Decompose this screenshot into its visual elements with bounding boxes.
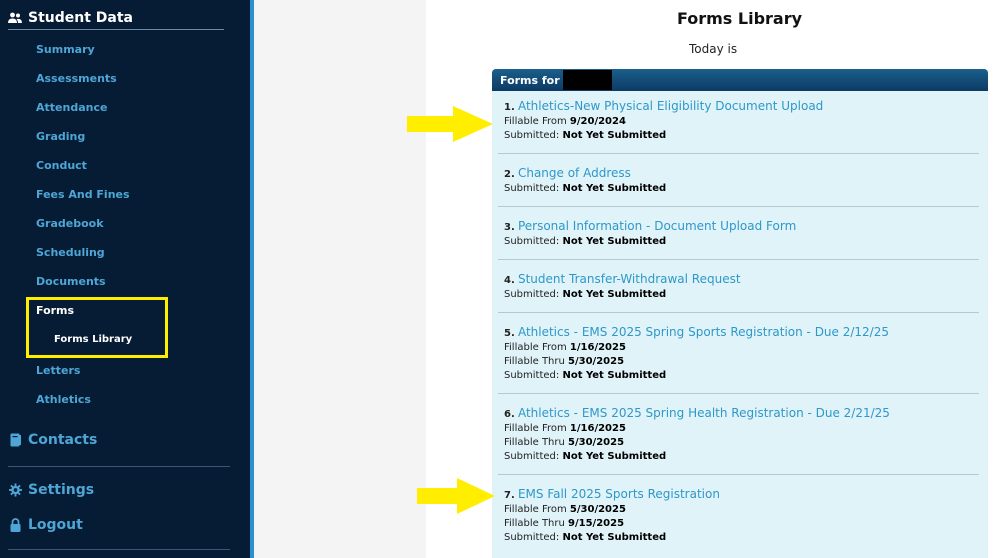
form-item: 1. Athletics-New Physical Eligibility Do…: [504, 99, 980, 143]
fillable-from-label: Fillable From: [504, 116, 567, 127]
fillable-from-date: 1/16/2025: [569, 423, 626, 434]
form-link[interactable]: EMS Fall 2025 Sports Registration: [518, 487, 720, 501]
lock-icon: [10, 518, 21, 532]
gear-icon: [9, 483, 22, 497]
nav-forms[interactable]: Forms: [36, 304, 74, 317]
fillable-thru-label: Fillable Thru: [504, 437, 565, 448]
form-link[interactable]: Athletics - EMS 2025 Spring Sports Regis…: [518, 325, 889, 339]
nav-gradebook[interactable]: Gradebook: [36, 217, 104, 230]
panel-header: Forms for: [492, 69, 988, 91]
form-item: 2. Change of Address Submitted: Not Yet …: [504, 166, 980, 196]
forms-panel: Forms for 1. Athletics-New Physical Elig…: [492, 69, 988, 558]
form-item: 7. EMS Fall 2025 Sports Registration Fil…: [504, 487, 980, 545]
nav-contacts[interactable]: Contacts: [9, 432, 97, 448]
settings-label: Settings: [28, 482, 95, 498]
form-link[interactable]: Change of Address: [518, 166, 631, 180]
page-title: Forms Library: [676, 9, 803, 28]
nav-athletics[interactable]: Athletics: [36, 393, 91, 406]
submitted-status: Not Yet Submitted: [562, 236, 667, 247]
fillable-from-date: 5/30/2025: [569, 504, 626, 515]
sidebar-header[interactable]: Student Data: [8, 6, 224, 30]
submitted-status: Not Yet Submitted: [562, 289, 667, 300]
fillable-from-date: 9/20/2024: [569, 116, 626, 127]
nav-attendance[interactable]: Attendance: [36, 101, 107, 114]
nav-forms-library[interactable]: Forms Library: [54, 334, 132, 345]
submitted-label: Submitted:: [504, 183, 560, 194]
submitted-label: Submitted:: [504, 289, 560, 300]
nav-logout[interactable]: Logout: [9, 517, 83, 533]
nav-scheduling[interactable]: Scheduling: [36, 246, 105, 259]
submitted-status: Not Yet Submitted: [562, 370, 667, 381]
nav-documents[interactable]: Documents: [36, 275, 106, 288]
gutter: [254, 0, 426, 558]
fillable-thru-date: 5/30/2025: [568, 356, 625, 367]
form-link[interactable]: Student Transfer-Withdrawal Request: [518, 272, 741, 286]
users-icon: [8, 12, 22, 23]
fillable-from-label: Fillable From: [504, 504, 567, 515]
submitted-label: Submitted:: [504, 370, 560, 381]
submitted-label: Submitted:: [504, 451, 560, 462]
submitted-label: Submitted:: [504, 130, 560, 141]
divider: [498, 153, 979, 154]
fillable-from-label: Fillable From: [504, 423, 567, 434]
submitted-status: Not Yet Submitted: [562, 451, 667, 462]
sidebar-header-label: Student Data: [28, 9, 133, 26]
fillable-thru-date: 5/30/2025: [568, 437, 625, 448]
logout-label: Logout: [28, 517, 83, 533]
form-link[interactable]: Athletics-New Physical Eligibility Docum…: [518, 99, 823, 113]
nav-letters[interactable]: Letters: [36, 364, 80, 377]
fillable-thru-date: 9/15/2025: [568, 518, 625, 529]
submitted-label: Submitted:: [504, 532, 560, 543]
sidebar: Student Data Summary Assessments Attenda…: [0, 0, 250, 558]
divider: [8, 549, 230, 550]
nav-fees-and-fines[interactable]: Fees And Fines: [36, 188, 130, 201]
form-number: 4.: [504, 275, 515, 286]
form-link[interactable]: Personal Information - Document Upload F…: [518, 219, 796, 233]
form-number: 1.: [504, 102, 515, 113]
nav-settings[interactable]: Settings: [9, 482, 94, 498]
form-number: 5.: [504, 328, 515, 339]
divider: [8, 466, 230, 467]
form-number: 3.: [504, 222, 515, 233]
form-item: 5. Athletics - EMS 2025 Spring Sports Re…: [504, 325, 980, 383]
divider: [498, 393, 979, 394]
book-icon: [10, 433, 21, 447]
nav-assessments[interactable]: Assessments: [36, 72, 117, 85]
divider: [498, 259, 979, 260]
submitted-status: Not Yet Submitted: [562, 183, 667, 194]
arrow-right-icon: [417, 478, 495, 514]
today-label: Today is: [689, 42, 738, 56]
fillable-from-date: 1/16/2025: [569, 342, 626, 353]
form-item: 3. Personal Information - Document Uploa…: [504, 219, 980, 249]
fillable-from-label: Fillable From: [504, 342, 567, 353]
contacts-label: Contacts: [28, 432, 98, 448]
form-number: 7.: [504, 490, 515, 501]
fillable-thru-label: Fillable Thru: [504, 356, 565, 367]
submitted-label: Submitted:: [504, 236, 560, 247]
form-number: 6.: [504, 409, 515, 420]
submitted-status: Not Yet Submitted: [562, 130, 667, 141]
form-link[interactable]: Athletics - EMS 2025 Spring Health Regis…: [518, 406, 890, 420]
redacted-name: [562, 70, 612, 90]
fillable-thru-label: Fillable Thru: [504, 518, 565, 529]
panel-title: Forms for: [500, 73, 560, 87]
form-item: 4. Student Transfer-Withdrawal Request S…: [504, 272, 980, 302]
divider: [498, 206, 979, 207]
arrow-right-icon: [407, 106, 493, 142]
submitted-status: Not Yet Submitted: [562, 532, 667, 543]
nav-grading[interactable]: Grading: [36, 130, 85, 143]
form-number: 2.: [504, 169, 515, 180]
divider: [498, 312, 979, 313]
nav-conduct[interactable]: Conduct: [36, 159, 87, 172]
divider: [498, 474, 979, 475]
form-item: 6. Athletics - EMS 2025 Spring Health Re…: [504, 406, 980, 464]
nav-summary[interactable]: Summary: [36, 43, 95, 56]
